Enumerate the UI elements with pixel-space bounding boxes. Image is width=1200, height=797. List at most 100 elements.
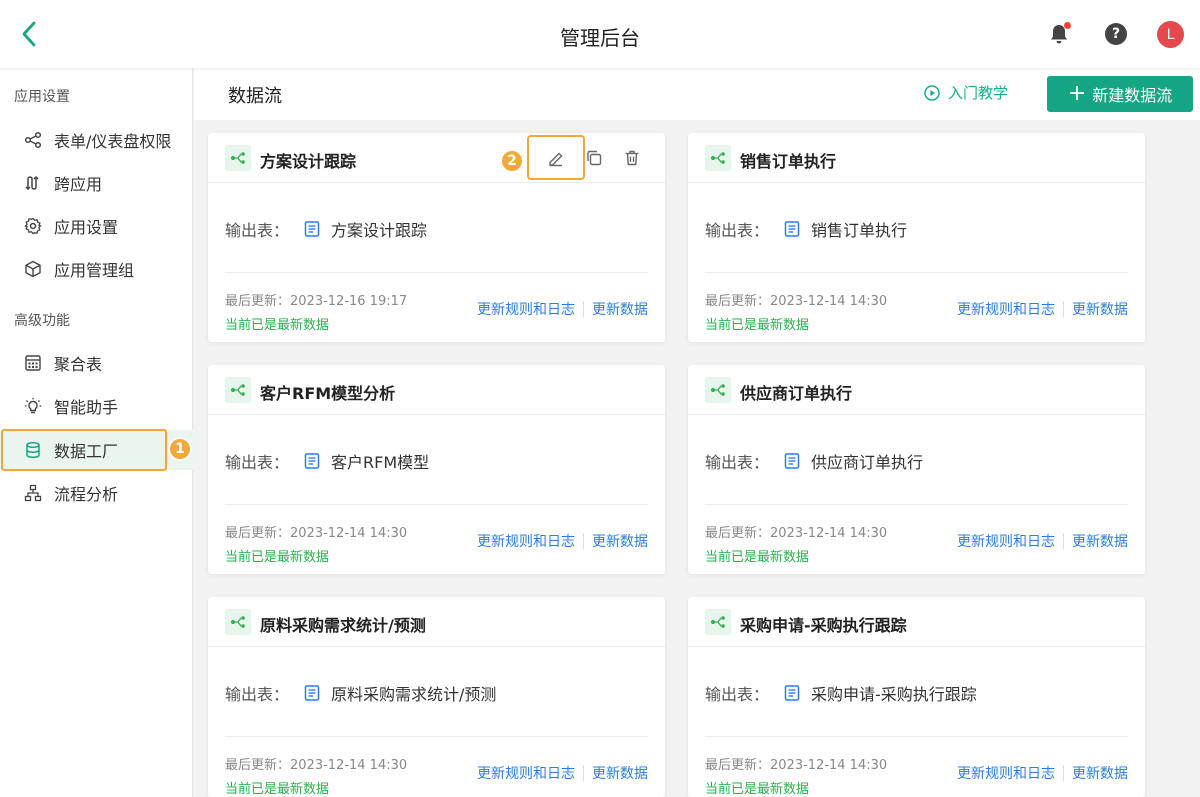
sidebar-item-assistant[interactable]: 智能助手: [0, 386, 193, 426]
card-title: 销售订单执行: [740, 152, 837, 171]
divider: [225, 736, 648, 737]
share-icon: [24, 131, 42, 149]
sidebar-item-label: 智能助手: [54, 398, 119, 417]
sidebar-item-aggregate-table[interactable]: 聚合表: [0, 343, 193, 383]
rules-log-link[interactable]: 更新规则和日志: [477, 531, 575, 551]
lightbulb-icon: [24, 397, 42, 415]
section-title: 数据流: [228, 86, 282, 107]
rules-log-link[interactable]: 更新规则和日志: [957, 299, 1055, 319]
card-title: 供应商订单执行: [740, 384, 853, 403]
divider: [583, 765, 584, 781]
status-text: 当前已是最新数据: [225, 550, 330, 565]
card-links: 更新规则和日志 更新数据: [957, 763, 1128, 783]
update-data-link[interactable]: 更新数据: [592, 531, 648, 551]
card-links: 更新规则和日志 更新数据: [957, 299, 1128, 319]
play-circle-icon: [924, 84, 940, 101]
table-icon: [303, 684, 321, 702]
sidebar-item-app-settings[interactable]: 应用设置: [0, 206, 193, 246]
sidebar-item-form-permissions[interactable]: 表单/仪表盘权限: [0, 120, 193, 160]
output-label: 输出表：: [225, 221, 290, 240]
sidebar-section-app-settings: 应用设置: [14, 89, 70, 105]
sidebar-item-data-factory[interactable]: 数据工厂: [0, 430, 193, 470]
status-text: 当前已是最新数据: [705, 318, 810, 333]
dataflow-icon: [705, 145, 731, 171]
table-icon: [783, 452, 801, 470]
output-table-name[interactable]: 供应商订单执行: [811, 449, 923, 473]
gear-icon: [24, 217, 42, 235]
new-dataflow-button[interactable]: + 新建数据流: [1047, 76, 1193, 112]
card-title: 原料采购需求统计/预测: [260, 616, 426, 635]
status-text: 当前已是最新数据: [225, 782, 330, 797]
divider: [705, 272, 1128, 273]
table-icon: [303, 452, 321, 470]
edit-icon[interactable]: [545, 147, 567, 169]
output-table-name[interactable]: 销售订单执行: [811, 217, 907, 241]
page-title: 管理后台: [560, 26, 640, 50]
table-icon: [303, 220, 321, 238]
divider: [705, 736, 1128, 737]
last-updated: 最后更新：2023-12-14 14:30: [225, 526, 408, 541]
rules-log-link[interactable]: 更新规则和日志: [957, 763, 1055, 783]
cross-app-icon: [24, 174, 42, 192]
last-updated: 最后更新：2023-12-14 14:30: [705, 526, 888, 541]
rules-log-link[interactable]: 更新规则和日志: [477, 299, 575, 319]
avatar[interactable]: L: [1157, 21, 1184, 48]
card-header: 方案设计跟踪: [208, 133, 665, 183]
main-header: 数据流 入门教学 + 新建数据流: [194, 68, 1200, 120]
dataflow-card[interactable]: 供应商订单执行 输出表： 供应商订单执行 最后更新：2023-12-14 14:…: [688, 365, 1145, 574]
table-icon: [783, 220, 801, 238]
card-header: 原料采购需求统计/预测: [208, 597, 665, 647]
dataflow-card[interactable]: 客户RFM模型分析 输出表： 客户RFM模型 最后更新：2023-12-14 1…: [208, 365, 665, 574]
sidebar-item-cross-app[interactable]: 跨应用: [0, 163, 193, 203]
card-header: 销售订单执行: [688, 133, 1145, 183]
help-icon[interactable]: ?: [1104, 22, 1128, 46]
update-data-link[interactable]: 更新数据: [592, 299, 648, 319]
dataflow-icon: [225, 145, 251, 171]
cube-icon: [24, 260, 42, 278]
output-table-name[interactable]: 客户RFM模型: [331, 449, 429, 473]
table-icon: [783, 684, 801, 702]
update-data-link[interactable]: 更新数据: [592, 763, 648, 783]
output-table-name[interactable]: 采购申请-采购执行跟踪: [811, 681, 977, 705]
sidebar-item-app-admin-group[interactable]: 应用管理组: [0, 249, 193, 289]
tutorial-link[interactable]: 入门教学: [924, 82, 1008, 103]
last-updated: 最后更新：2023-12-14 14:30: [705, 294, 888, 309]
back-arrow-icon[interactable]: [14, 18, 44, 50]
dataflow-card[interactable]: 销售订单执行 输出表： 销售订单执行 最后更新：2023-12-14 14:30…: [688, 133, 1145, 342]
card-title: 采购申请-采购执行跟踪: [740, 616, 907, 635]
card-title: 方案设计跟踪: [260, 152, 357, 171]
dataflow-icon: [225, 609, 251, 635]
divider: [1063, 765, 1064, 781]
divider: [225, 504, 648, 505]
output-table-name[interactable]: 原料采购需求统计/预测: [331, 681, 496, 705]
output-row: 输出表： 采购申请-采购执行跟踪: [705, 681, 977, 705]
output-row: 输出表： 客户RFM模型: [225, 449, 429, 473]
bell-icon[interactable]: [1047, 22, 1071, 46]
step-badge-1: 1: [168, 437, 192, 461]
last-updated: 最后更新：2023-12-14 14:30: [225, 758, 408, 773]
dataflow-card[interactable]: 原料采购需求统计/预测 输出表： 原料采购需求统计/预测 最后更新：2023-1…: [208, 597, 665, 797]
sidebar-section-advanced: 高级功能: [14, 313, 70, 329]
sidebar-item-label: 流程分析: [54, 485, 119, 504]
card-header: 采购申请-采购执行跟踪: [688, 597, 1145, 647]
trash-icon[interactable]: [621, 147, 643, 169]
dataflow-icon: [705, 609, 731, 635]
update-data-link[interactable]: 更新数据: [1072, 531, 1128, 551]
card-title: 客户RFM模型分析: [260, 384, 396, 403]
flowchart-icon: [24, 484, 42, 502]
output-table-name[interactable]: 方案设计跟踪: [331, 217, 427, 241]
last-updated: 最后更新：2023-12-16 19:17: [225, 294, 408, 309]
step-badge-2: 2: [500, 149, 524, 173]
output-row: 输出表： 销售订单执行: [705, 217, 907, 241]
rules-log-link[interactable]: 更新规则和日志: [957, 531, 1055, 551]
sidebar-item-process-analysis[interactable]: 流程分析: [0, 473, 193, 513]
card-header: 客户RFM模型分析: [208, 365, 665, 415]
copy-icon[interactable]: [583, 147, 605, 169]
sidebar: 应用设置 表单/仪表盘权限 跨应用 应用设置 应用管理组 高级功能 聚合表 智能…: [0, 68, 193, 797]
update-data-link[interactable]: 更新数据: [1072, 299, 1128, 319]
output-label: 输出表：: [705, 685, 770, 704]
dataflow-card[interactable]: 采购申请-采购执行跟踪 输出表： 采购申请-采购执行跟踪 最后更新：2023-1…: [688, 597, 1145, 797]
dataflow-card[interactable]: 方案设计跟踪 输出表： 方案设计跟踪 最后更新：2023-12-16 19:17…: [208, 133, 665, 342]
rules-log-link[interactable]: 更新规则和日志: [477, 763, 575, 783]
update-data-link[interactable]: 更新数据: [1072, 763, 1128, 783]
